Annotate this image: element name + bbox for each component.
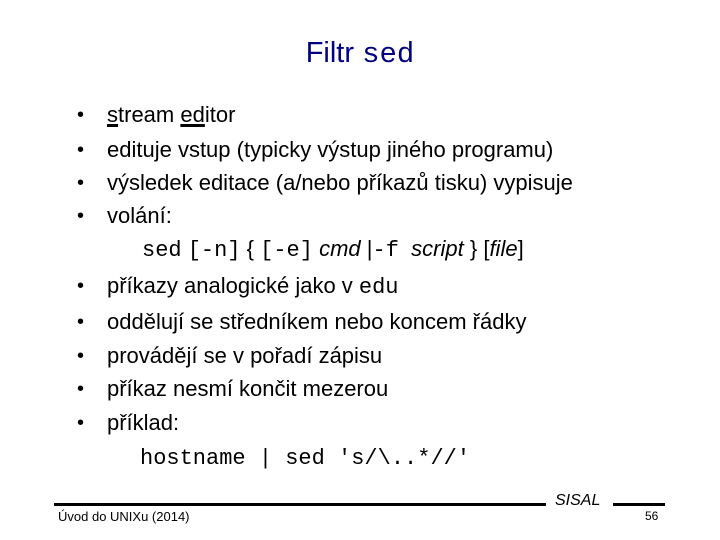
bullet-list: • stream editor • edituje vstup (typicky… [0, 0, 720, 540]
footer-course: Úvod do UNIXu (2014) [58, 509, 190, 524]
footer-rule-right [613, 503, 665, 506]
code-part: edu [358, 275, 399, 300]
bullet-text: příkazy analogické jako v edu [107, 271, 399, 303]
syntax-cmd: sed [142, 238, 182, 263]
syntax-brace: } [469, 236, 478, 261]
bullet-text: oddělují se středníkem nebo koncem řádky [107, 309, 527, 334]
page-number: 56 [645, 509, 659, 523]
bullet-text: výsledek editace (a/nebo příkazů tisku) … [107, 170, 573, 195]
bullet-dot: • [77, 172, 85, 194]
bullet-dot: • [77, 345, 85, 367]
syntax-cmd-arg: cmd [319, 236, 361, 261]
bullet-dot: • [77, 412, 85, 434]
bullet-dot: • [77, 275, 85, 297]
bullet-dot: • [77, 104, 85, 126]
underlined-letters: ed [180, 102, 205, 127]
text-part: příkazy analogické jako v [107, 273, 359, 298]
syntax-script-arg: script [411, 236, 464, 261]
syntax-opt-e: [-e] [260, 238, 313, 263]
bullet-dot: • [77, 205, 85, 227]
example-command: hostname | sed 's/\..*//' [140, 446, 471, 471]
bullet-text: provádějí se v pořadí zápisu [107, 343, 383, 368]
syntax-opt-f: -f [372, 238, 399, 263]
bullet-dot: • [77, 378, 85, 400]
footer-rule-left [54, 503, 546, 506]
bullet-text: edituje vstup (typicky výstup jiného pro… [107, 137, 554, 162]
syntax-file-arg: file [489, 236, 518, 261]
syntax-line: sed [-n] { [-e] cmd |-f script } [file] [142, 234, 524, 264]
text-part: tream [118, 102, 181, 127]
bullet-text: příklad: [107, 410, 180, 435]
bullet-text: volání: [107, 203, 172, 228]
syntax-brace: { [246, 236, 255, 261]
bullet-text: příkaz nesmí končit mezerou [107, 376, 389, 401]
bullet-dot: • [77, 311, 85, 333]
bullet-text: stream editor [107, 100, 235, 130]
bullet-dot: • [77, 139, 85, 161]
underlined-letter: s [107, 102, 118, 127]
footer-logo-text: SISAL [555, 492, 601, 509]
syntax-opt-n: [-n] [187, 238, 241, 263]
syntax-bracket: ] [517, 236, 524, 261]
text-part: itor [204, 102, 236, 127]
